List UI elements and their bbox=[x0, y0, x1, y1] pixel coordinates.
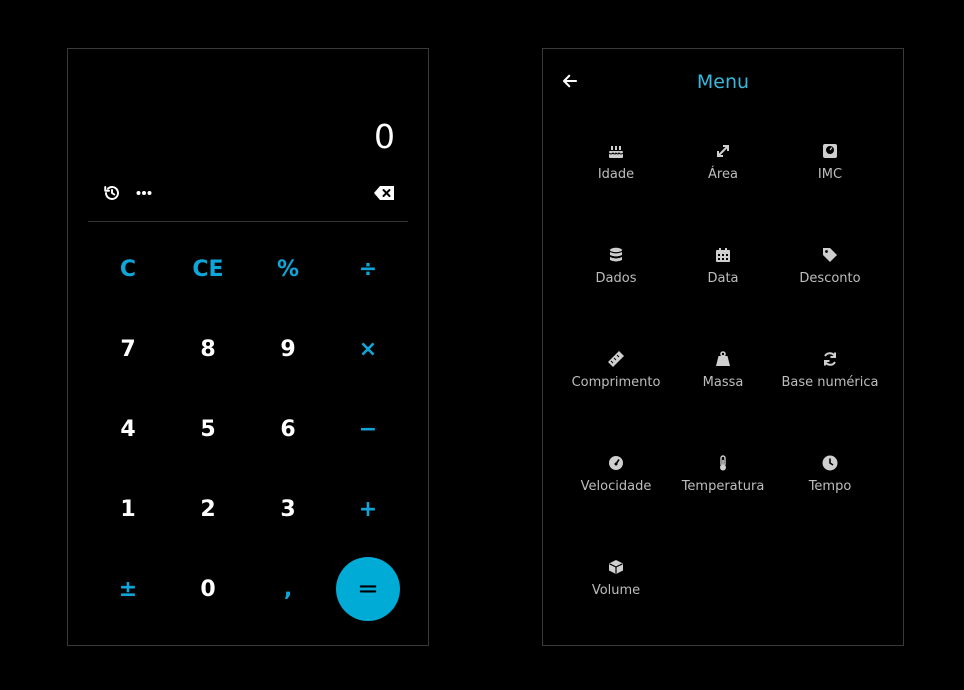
menu-item-label: Idade bbox=[597, 167, 635, 182]
subtract-button[interactable]: − bbox=[336, 397, 400, 461]
menu-header: Menu bbox=[543, 69, 903, 97]
digit-0-button[interactable]: 0 bbox=[176, 557, 240, 621]
weight-icon bbox=[663, 349, 783, 369]
equals-button[interactable]: = bbox=[336, 557, 400, 621]
sync-icon bbox=[770, 349, 890, 369]
clear-entry-button[interactable]: CE bbox=[176, 237, 240, 301]
menu-item-tempo[interactable]: Tempo bbox=[770, 453, 890, 513]
menu-item-comprimento[interactable]: Comprimento bbox=[556, 349, 676, 409]
multiply-button[interactable]: × bbox=[336, 317, 400, 381]
history-icon[interactable] bbox=[101, 182, 123, 204]
menu-item-label: Dados bbox=[595, 271, 637, 286]
digit-3-button[interactable]: 3 bbox=[256, 477, 320, 541]
clear-button[interactable]: C bbox=[96, 237, 160, 301]
digit-1-button[interactable]: 1 bbox=[96, 477, 160, 541]
plus-minus-button[interactable]: ± bbox=[96, 557, 160, 621]
menu-item-massa[interactable]: Massa bbox=[663, 349, 783, 409]
menu-item-label: Comprimento bbox=[571, 375, 661, 390]
menu-item-label: Massa bbox=[702, 375, 744, 390]
menu-item-dados[interactable]: Dados bbox=[556, 245, 676, 305]
database-icon bbox=[556, 245, 676, 265]
menu-item-label: IMC bbox=[817, 167, 843, 182]
menu-item-idade[interactable]: Idade bbox=[556, 141, 676, 201]
decimal-button[interactable]: , bbox=[256, 557, 320, 621]
menu-item-label: Volume bbox=[591, 583, 641, 598]
digit-5-button[interactable]: 5 bbox=[176, 397, 240, 461]
add-button[interactable]: + bbox=[336, 477, 400, 541]
menu-item-volume[interactable]: Volume bbox=[556, 557, 676, 617]
digit-9-button[interactable]: 9 bbox=[256, 317, 320, 381]
menu-item-label: Temperatura bbox=[681, 479, 765, 494]
menu-item-temperatura[interactable]: Temperatura bbox=[663, 453, 783, 513]
gauge-icon bbox=[556, 453, 676, 473]
digit-8-button[interactable]: 8 bbox=[176, 317, 240, 381]
menu-item-area[interactable]: Área bbox=[663, 141, 783, 201]
percent-button[interactable]: % bbox=[256, 237, 320, 301]
digit-4-button[interactable]: 4 bbox=[96, 397, 160, 461]
menu-item-velocidade[interactable]: Velocidade bbox=[556, 453, 676, 513]
digit-2-button[interactable]: 2 bbox=[176, 477, 240, 541]
tag-icon bbox=[770, 245, 890, 265]
more-icon[interactable] bbox=[133, 182, 155, 204]
menu-item-desconto[interactable]: Desconto bbox=[770, 245, 890, 305]
expand-icon bbox=[663, 141, 783, 161]
scale-icon bbox=[770, 141, 890, 161]
menu-item-label: Base numérica bbox=[781, 375, 879, 390]
keypad: C CE% ÷ 7 8 9 × 4 5 6− 1 2 3 + ±0, = bbox=[88, 229, 408, 629]
menu-item-base-numerica[interactable]: Base numérica bbox=[770, 349, 890, 409]
digit-6-button[interactable]: 6 bbox=[256, 397, 320, 461]
ruler-icon bbox=[556, 349, 676, 369]
menu-item-label: Desconto bbox=[799, 271, 861, 286]
cube-icon bbox=[556, 557, 676, 577]
display-divider bbox=[88, 221, 408, 222]
calendar-icon bbox=[663, 245, 783, 265]
menu-item-data[interactable]: Data bbox=[663, 245, 783, 305]
calculator-panel: 0 C CE% ÷ 7 8 9 × 4 5 6− 1 2 3 + ±0, = bbox=[67, 48, 429, 646]
menu-item-label: Data bbox=[707, 271, 739, 286]
menu-title: Menu bbox=[696, 71, 750, 93]
menu-item-imc[interactable]: IMC bbox=[770, 141, 890, 201]
cake-icon bbox=[556, 141, 676, 161]
menu-item-label: Área bbox=[708, 167, 738, 182]
digit-7-button[interactable]: 7 bbox=[96, 317, 160, 381]
backspace-icon[interactable] bbox=[373, 182, 395, 204]
calculator-display: 0 bbox=[374, 117, 395, 156]
menu-item-label: Velocidade bbox=[580, 479, 652, 494]
thermometer-icon bbox=[663, 453, 783, 473]
divide-button[interactable]: ÷ bbox=[336, 237, 400, 301]
menu-panel: Menu Idade Área IMC Dados Data Desconto Compri… bbox=[542, 48, 904, 646]
menu-item-label: Tempo bbox=[808, 479, 852, 494]
clock-icon bbox=[770, 453, 890, 473]
